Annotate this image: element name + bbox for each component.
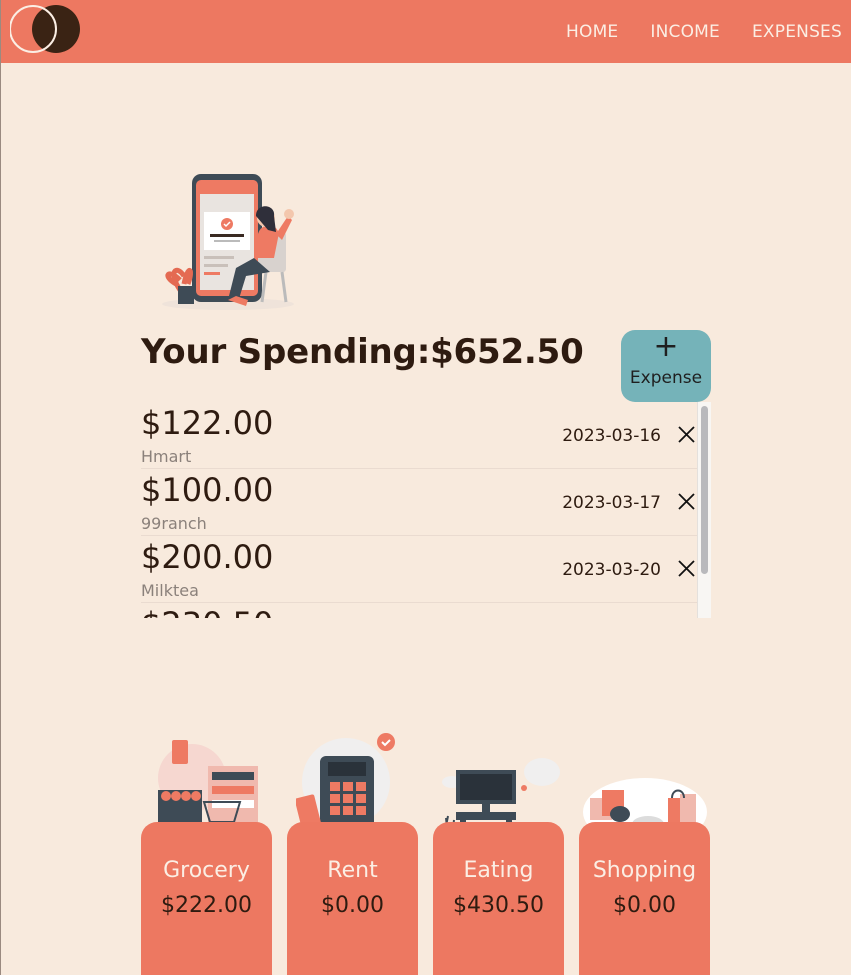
category-card-rent[interactable]: Rent $0.00 bbox=[287, 822, 418, 975]
category-value: $222.00 bbox=[161, 893, 252, 918]
nav-expenses-link[interactable]: EXPENSES bbox=[752, 22, 842, 42]
expense-row: $200.00 Milktea 2023-03-20 bbox=[141, 536, 711, 603]
category-label: Grocery bbox=[163, 858, 250, 883]
expense-amount: $200.00 bbox=[141, 538, 274, 576]
expense-name: Milktea bbox=[141, 581, 199, 600]
spending-total-title: Your Spending:$652.50 bbox=[141, 332, 584, 372]
nav-links: HOME INCOME EXPENSES bbox=[566, 0, 851, 63]
window-edge bbox=[0, 0, 1, 975]
expense-row: $100.00 99ranch 2023-03-17 bbox=[141, 469, 711, 536]
delete-icon[interactable] bbox=[678, 493, 695, 510]
add-expense-label: Expense bbox=[629, 368, 703, 388]
expense-date: 2023-03-17 bbox=[562, 493, 661, 513]
expense-name: 99ranch bbox=[141, 514, 207, 533]
category-label: Rent bbox=[327, 858, 378, 883]
scrollbar-thumb[interactable] bbox=[701, 406, 708, 574]
plus-icon: + bbox=[653, 329, 679, 364]
category-card-shopping[interactable]: Shopping $0.00 bbox=[579, 822, 710, 975]
navbar: HOME INCOME EXPENSES bbox=[1, 0, 851, 63]
category-card-eating[interactable]: Eating $430.50 bbox=[433, 822, 564, 975]
phone-payment-illustration bbox=[162, 174, 294, 310]
logo-icon[interactable] bbox=[10, 4, 84, 54]
expense-list[interactable]: $122.00 Hmart 2023-03-16 $100.00 99ranch… bbox=[141, 402, 711, 618]
expense-date: 2023-03-16 bbox=[562, 426, 661, 446]
expense-list-scrollbar[interactable] bbox=[697, 402, 711, 618]
nav-home-link[interactable]: HOME bbox=[566, 22, 618, 42]
nav-income-link[interactable]: INCOME bbox=[650, 22, 720, 42]
category-card-grocery[interactable]: Grocery $222.00 bbox=[141, 822, 272, 975]
expense-date: 2023-03-20 bbox=[562, 560, 661, 580]
category-value: $0.00 bbox=[613, 893, 676, 918]
expense-amount: $100.00 bbox=[141, 471, 274, 509]
category-label: Eating bbox=[463, 858, 534, 883]
category-value: $0.00 bbox=[321, 893, 384, 918]
expense-row: $230.50 bbox=[141, 603, 711, 618]
expense-row: $122.00 Hmart 2023-03-16 bbox=[141, 402, 711, 469]
add-expense-button[interactable]: + Expense bbox=[621, 330, 711, 402]
expense-amount: $230.50 bbox=[141, 605, 273, 618]
category-value: $430.50 bbox=[453, 893, 544, 918]
expense-amount: $122.00 bbox=[141, 404, 274, 442]
delete-icon[interactable] bbox=[678, 560, 695, 577]
expense-name: Hmart bbox=[141, 447, 192, 466]
delete-icon[interactable] bbox=[678, 426, 695, 443]
grocery-illustration bbox=[158, 740, 258, 831]
category-label: Shopping bbox=[592, 858, 697, 883]
